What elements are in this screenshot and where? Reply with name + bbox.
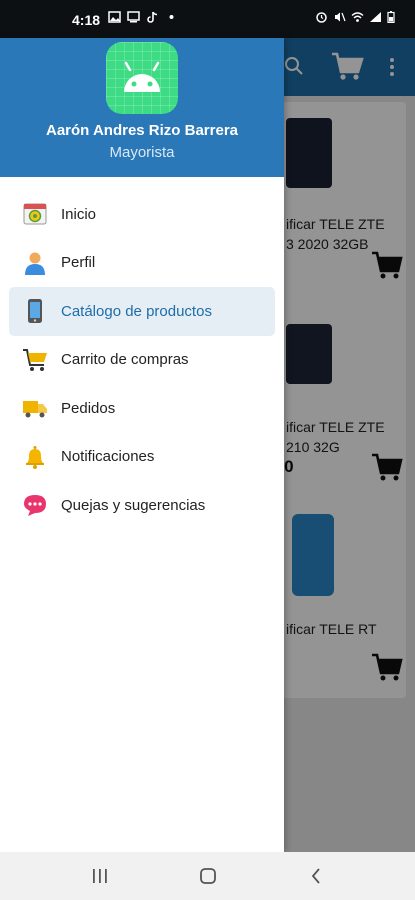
menu-item-catalogo[interactable]: Catálogo de productos <box>9 287 275 336</box>
menu-item-label: Perfil <box>61 254 96 272</box>
person-icon <box>22 250 48 276</box>
status-bar: 4:18 <box>0 0 415 38</box>
dot-icon <box>169 15 174 19</box>
signal-icon <box>370 12 381 22</box>
recents-icon <box>93 869 107 883</box>
battery-icon <box>387 11 395 23</box>
home-button[interactable] <box>188 864 228 888</box>
menu-item-label: Carrito de compras <box>61 351 189 369</box>
back-icon <box>311 868 320 884</box>
recents-button[interactable] <box>80 864 120 888</box>
tiktok-icon <box>147 11 158 23</box>
home-calendar-icon <box>22 201 48 227</box>
menu-item-quejas[interactable]: Quejas y sugerencias <box>0 481 284 530</box>
status-right-icons <box>315 11 395 23</box>
alarm-icon <box>316 12 327 23</box>
menu-item-label: Notificaciones <box>61 448 155 466</box>
status-left-icons <box>108 11 178 23</box>
drawer-menu: Inicio Perfil Catálogo de productos Carr… <box>0 190 284 530</box>
shopping-cart-icon <box>22 347 48 373</box>
status-time: 4:18 <box>72 12 101 28</box>
android-icon <box>124 61 160 92</box>
system-nav-bar <box>0 852 415 900</box>
menu-item-carrito[interactable]: Carrito de compras <box>0 336 284 385</box>
delivery-truck-icon <box>22 395 48 421</box>
phone-icon <box>22 298 48 324</box>
menu-item-inicio[interactable]: Inicio <box>0 190 284 239</box>
gallery-icon <box>108 11 121 23</box>
back-button[interactable] <box>296 864 336 888</box>
avatar <box>106 42 178 114</box>
menu-item-label: Pedidos <box>61 399 116 417</box>
screen-icon <box>127 11 140 23</box>
menu-item-perfil[interactable]: Perfil <box>0 239 284 288</box>
bell-icon <box>22 444 48 470</box>
home-icon <box>200 868 216 884</box>
navigation-drawer: Aarón Andres Rizo Barrera Mayorista Inic… <box>0 38 284 852</box>
wifi-icon <box>351 12 364 22</box>
drawer-header: Aarón Andres Rizo Barrera Mayorista <box>0 38 284 177</box>
menu-item-label: Catálogo de productos <box>61 302 212 320</box>
mute-icon <box>335 12 346 22</box>
menu-item-notificaciones[interactable]: Notificaciones <box>0 433 284 482</box>
user-role: Mayorista <box>109 144 175 161</box>
menu-item-label: Quejas y sugerencias <box>61 496 206 514</box>
chat-bubble-icon <box>22 492 48 518</box>
menu-item-label: Inicio <box>61 205 97 223</box>
user-name: Aarón Andres Rizo Barrera <box>46 122 238 139</box>
menu-item-pedidos[interactable]: Pedidos <box>0 384 284 433</box>
